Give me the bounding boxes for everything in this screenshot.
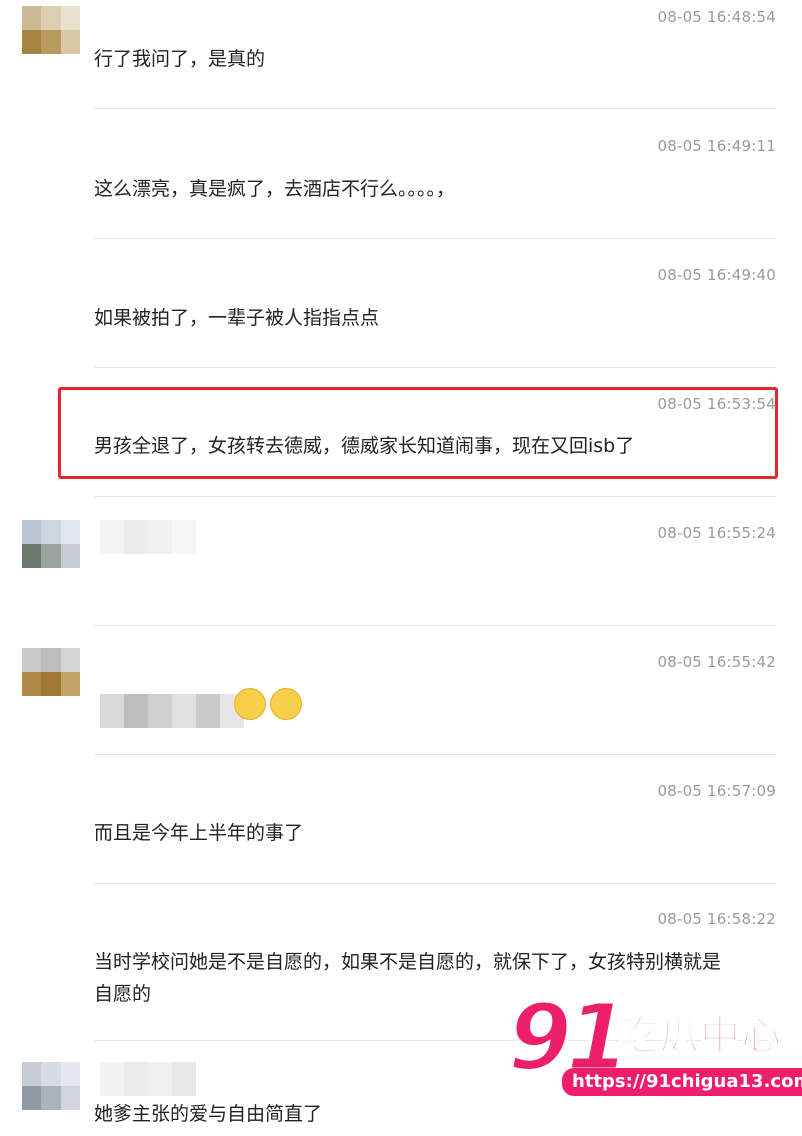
avatar[interactable]	[22, 6, 80, 54]
avatar[interactable]	[22, 520, 80, 568]
message-text: 如果被拍了，一辈子被人指指点点	[94, 307, 380, 329]
message-timestamp: 08-05 16:55:42	[657, 653, 776, 671]
watermark-title: 吃瓜中心	[617, 1013, 782, 1059]
message-timestamp: 08-05 16:57:09	[657, 782, 776, 800]
avatar[interactable]	[22, 648, 80, 696]
blurred-message-text	[100, 694, 244, 728]
divider	[94, 238, 776, 239]
message-text: 而且是今年上半年的事了	[94, 822, 304, 844]
message-timestamp: 08-05 16:58:22	[657, 910, 776, 928]
emoji-icon	[234, 688, 266, 720]
blurred-username	[100, 520, 196, 554]
divider	[94, 625, 776, 626]
avatar[interactable]	[22, 1062, 80, 1110]
divider	[94, 754, 776, 755]
message-timestamp: 08-05 16:49:40	[657, 266, 776, 284]
divider	[94, 108, 776, 109]
divider	[94, 367, 776, 368]
message-timestamp: 08-05 16:55:24	[657, 524, 776, 542]
chat-history: 08-05 16:48:54 行了我问了，是真的 08-05 16:49:11 …	[0, 0, 802, 1136]
message-timestamp: 08-05 16:49:11	[657, 137, 776, 155]
message-text: 这么漂亮，真是疯了，去酒店不行么。。。。，	[94, 178, 456, 200]
highlight-box	[58, 387, 778, 479]
blurred-username	[100, 1062, 196, 1096]
site-watermark: 91 吃瓜中心 https://91chigua13.com	[506, 990, 802, 1112]
divider	[94, 883, 776, 884]
divider	[94, 496, 776, 497]
watermark-url: https://91chigua13.com	[562, 1068, 802, 1096]
message-text: 行了我问了，是真的	[94, 48, 266, 70]
emoji-icon	[270, 688, 302, 720]
message-timestamp: 08-05 16:48:54	[657, 8, 776, 26]
